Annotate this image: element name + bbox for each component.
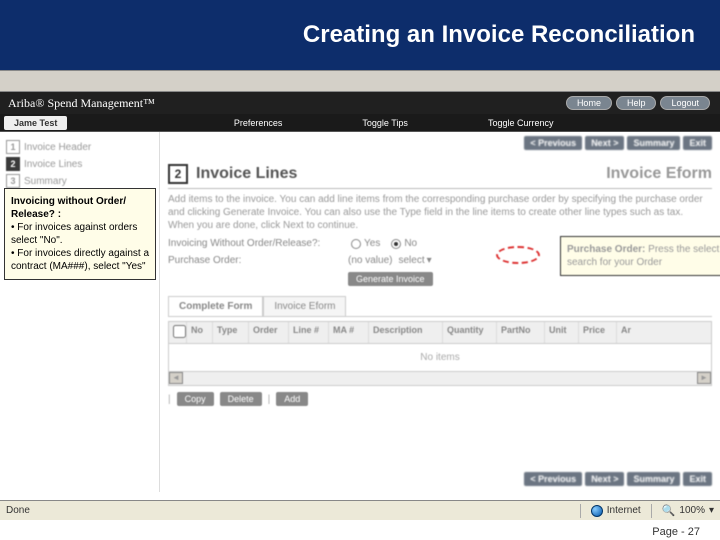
logout-button[interactable]: Logout [660, 96, 710, 110]
menu-toggle-tips[interactable]: Toggle Tips [362, 118, 408, 128]
radio-no[interactable] [391, 239, 401, 249]
step-summary[interactable]: 3 Summary [6, 174, 159, 188]
next-button-bottom[interactable]: Next > [585, 472, 624, 486]
copy-button[interactable]: Copy [177, 392, 214, 406]
tab-complete-form[interactable]: Complete Form [168, 296, 263, 316]
callout-invoicing-without-order: Invoicing without Order/ Release? : • Fo… [4, 188, 156, 280]
scroll-left-icon[interactable]: ◄ [169, 372, 183, 384]
browser-status-bar: Done Internet 🔍 100% ▾ [0, 500, 720, 520]
page-title: Creating an Invoice Reconciliation [303, 21, 695, 49]
menu-bar: Jame Test Preferences Toggle Tips Toggle… [0, 114, 720, 132]
add-button[interactable]: Add [276, 392, 308, 406]
eform-label: Invoice Eform [606, 165, 712, 183]
help-button[interactable]: Help [616, 96, 657, 110]
summary-button-bottom[interactable]: Summary [627, 472, 680, 486]
menu-preferences[interactable]: Preferences [234, 118, 283, 128]
highlight-ring [496, 246, 540, 264]
browser-toolbar [0, 70, 720, 92]
callout-purchase-order: Purchase Order: Press the select button … [560, 236, 720, 276]
form-tabs: Complete Form Invoice Eform [168, 296, 712, 317]
prev-button-bottom[interactable]: < Previous [524, 472, 582, 486]
grid-empty-label: No items [168, 344, 712, 372]
step-invoice-header[interactable]: 1 Invoice Header [6, 140, 159, 154]
section-header: 2 Invoice Lines Invoice Eform [168, 164, 712, 189]
brand-label: Ariba® Spend Management™ [8, 96, 155, 111]
status-zone: Internet [607, 505, 641, 516]
zoom-level: 100% [679, 505, 705, 516]
exit-button-bottom[interactable]: Exit [683, 472, 712, 486]
line-items-grid-header: No Type Order Line # MA # Description Qu… [168, 321, 712, 344]
wizard-nav-top: < Previous Next > Summary Exit [524, 136, 712, 150]
wizard-sidebar: 1 Invoice Header 2 Invoice Lines 3 Summa… [0, 132, 160, 492]
zoom-icon[interactable]: 🔍 [662, 504, 676, 517]
home-button[interactable]: Home [566, 96, 612, 110]
section-description: Add items to the invoice. You can add li… [168, 193, 712, 232]
radio-yes[interactable] [351, 239, 361, 249]
grid-hscroll[interactable]: ◄ ► [168, 372, 712, 386]
scroll-right-icon[interactable]: ► [697, 372, 711, 384]
next-button[interactable]: Next > [585, 136, 624, 150]
globe-icon [591, 505, 603, 517]
slide-title-bar: Creating an Invoice Reconciliation [0, 0, 720, 70]
summary-button[interactable]: Summary [627, 136, 680, 150]
content-pane: < Previous Next > Summary Exit 2 Invoice… [160, 132, 720, 492]
tab-invoice-eform[interactable]: Invoice Eform [263, 296, 346, 316]
generate-invoice-button[interactable]: Generate Invoice [348, 272, 433, 286]
select-link[interactable]: select [398, 255, 424, 266]
status-done: Done [6, 505, 30, 516]
chevron-down-icon[interactable]: ▾ [427, 255, 432, 266]
user-tab[interactable]: Jame Test [4, 116, 67, 130]
section-title: Invoice Lines [196, 165, 598, 183]
menu-toggle-currency[interactable]: Toggle Currency [488, 118, 554, 128]
step-invoice-lines[interactable]: 2 Invoice Lines [6, 157, 159, 171]
select-all-checkbox[interactable] [173, 325, 186, 338]
exit-button[interactable]: Exit [683, 136, 712, 150]
brand-bar: Ariba® Spend Management™ Home Help Logou… [0, 92, 720, 114]
po-value: (no value) [348, 255, 392, 266]
zoom-menu-icon[interactable]: ▾ [709, 505, 714, 516]
page-footer: Page - 27 [652, 526, 700, 538]
section-number: 2 [168, 164, 188, 184]
prev-button[interactable]: < Previous [524, 136, 582, 150]
wizard-nav-bottom: < Previous Next > Summary Exit [524, 472, 712, 486]
delete-button[interactable]: Delete [220, 392, 262, 406]
